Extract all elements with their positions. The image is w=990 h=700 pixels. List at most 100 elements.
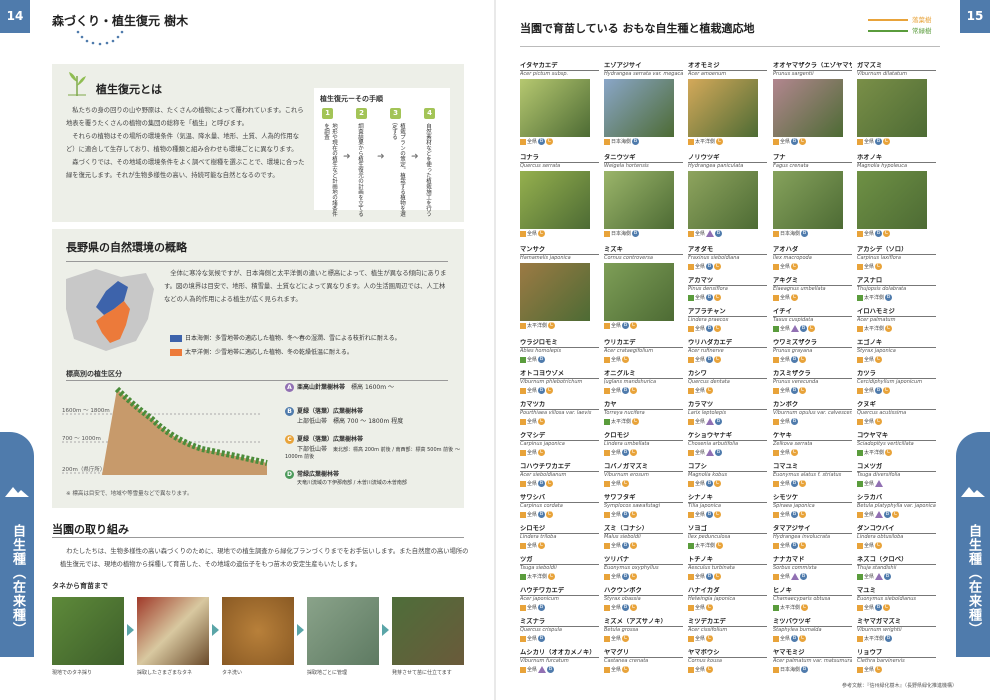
species-tags: 太平洋側 C [604,418,683,427]
species-name: ムシカリ（オオカメノキ） [520,649,599,658]
species-latin: Cercidiphyllum japonicum [857,379,923,385]
zone-icon: B [538,604,546,611]
legend-deciduous: 落葉樹 [868,14,932,24]
leaf-type-swatch [688,480,694,487]
zone-icon: B [885,635,893,642]
species-tags: 全県 B C [773,356,852,365]
zone-icon: C [630,449,638,456]
region-tag: 全県 [780,543,791,549]
region-tag: 日本海側 [780,231,801,237]
species-tags: 全県 C [857,542,936,551]
zone-icon: C [883,604,891,611]
leaf-type-swatch [604,418,610,425]
region-tag: 太平洋側 [695,139,716,145]
zone-icon: B [885,294,893,301]
species-tags: 全県 B [520,604,599,613]
region-tag: 全県 [864,264,875,270]
species-photo [688,79,758,137]
photo-seed-washing [222,597,294,665]
species-name: リョウブ [857,649,936,658]
footnote: ※ 標高は目安で、地域や等雪量などで異なります。 [66,491,193,497]
page-number: 14 [0,0,30,33]
species-name: マンサク [520,246,599,255]
zone-icon: B [791,635,799,642]
leaf-type-swatch [604,449,610,456]
species-card: ミズキ Cornus controversa 全県 B C [604,246,683,331]
species-tags: 全県 B C [688,294,767,303]
arrow-right-icon: ➜ [377,152,385,162]
zone-icon: C [714,294,722,301]
species-latin: Viburnum furcatum [520,658,569,664]
species-latin: Prunus verecunda [773,379,819,385]
species-card: イロハモミジ Acer palmatum 太平洋側 C [857,308,936,334]
zone-icon: B [791,480,799,487]
zone-icon: C [892,511,900,518]
species-tags: 全県 B C [857,604,936,613]
side-tab-label: 自生種（在来種） [966,524,981,636]
region-tag: 全県 [780,574,791,580]
region-tag: 全県 [864,419,875,425]
zone-icon: C [714,511,722,518]
species-name: ウワミズザクラ [773,339,852,348]
species-latin: Hydrangea paniculata [688,163,744,169]
species-tags: 全県 C [688,387,767,396]
elevation-profile-diagram [62,386,268,475]
leaf-type-swatch [688,356,694,363]
region-tag: 太平洋側 [527,323,548,329]
species-latin: Viburnum dilatatum [857,71,908,77]
species-name: ブナ [773,154,852,163]
species-tags: 全県 B C [604,449,683,458]
species-card: ケヤキ Zelkova serrata 全県 C [773,432,852,458]
species-tags: 太平洋側 B [857,294,936,303]
region-tag: 全県 [780,419,791,425]
region-tag: 全県 [864,139,875,145]
leaf-type-swatch [520,604,526,611]
species-tags: 全県 B C [520,480,599,489]
zone-icon: B [622,511,630,518]
species-name: サワフタギ [604,494,683,503]
zone-icon: B [875,230,883,237]
page-title: 当園で育苗している おもな自生種と植栽適応地 [520,22,755,35]
species-card: マンサク Hamamelis japonica 太平洋側 C [520,246,599,331]
zone-icon: C [875,263,883,270]
species-card: マユミ Euonymus sieboldianus 全県 B C [857,587,936,613]
leaf-type-swatch [520,666,526,673]
region-tag: 全県 [611,636,622,642]
zone-icon: B [875,604,883,611]
region-tag: 全県 [780,636,791,642]
species-tags: 日本海側 B [604,230,683,239]
zone-icon: C [875,356,883,363]
species-tags: 全県 C [520,418,599,427]
zone-icon: B [715,449,723,456]
zone-icon: C [883,387,891,394]
region-tag: 全県 [611,323,622,329]
region-tag: 全県 [611,605,622,611]
zone-icon: B [801,666,809,673]
species-latin: Sorbus commixta [773,565,817,571]
species-tags: 全県 C [773,263,852,272]
steps-title: 植生復元ーその手順 [320,95,383,103]
region-tag: 太平洋側 [695,543,716,549]
species-card: ノリウツギ Hydrangea paniculata 全県 B [688,154,767,239]
legend-pacific: 太平洋側：少雪地帯に適応した植物、冬の乾燥低温に耐える。 [170,347,353,356]
species-card: アスナロ Thujopsis dolabrata 太平洋側 B [857,277,936,303]
leaf-type-swatch [857,511,863,518]
species-name: マユミ [857,587,936,596]
species-name: イタヤカエデ [520,62,599,71]
species-tags: 全県 B C [604,573,683,582]
species-latin: Fraxinus sieboldiana [688,255,740,261]
leaf-type-swatch [520,511,526,518]
left-page: 14 森づくり・植生復元 樹木 植生復元とは 私たちの身の回りの山や野原は、たく… [0,0,494,700]
species-tags: 全県 B [688,230,767,239]
leaf-type-swatch [773,387,779,394]
zone-a-icon [791,325,800,332]
species-tags: 全県 C [773,294,852,303]
elevation-title: 標高別の植生区分 [66,370,122,378]
leaf-type-swatch [773,511,779,518]
species-latin: Carpinus japonica [520,441,565,447]
species-photo [604,79,674,137]
leaf-type-swatch [857,635,863,642]
zone-icon: B [791,511,799,518]
species-card: コバノガマズミ Viburnum erosum 全県 C [604,463,683,489]
species-latin: Quercus crispula [520,627,562,633]
